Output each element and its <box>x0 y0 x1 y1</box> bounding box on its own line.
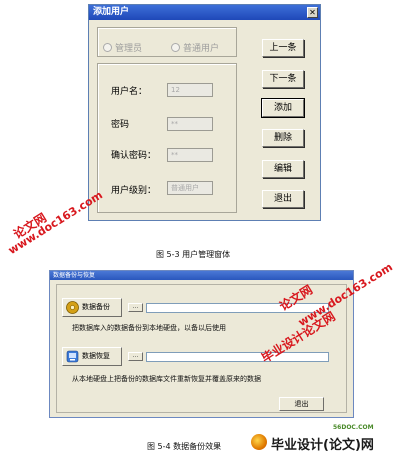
window-title: 数据备份与恢复 <box>53 272 96 279</box>
add-user-titlebar: 添加用户 ✕ <box>89 5 320 20</box>
next-button[interactable]: 下一条 <box>262 70 304 88</box>
restore-path-input[interactable] <box>146 352 329 362</box>
password-field[interactable]: ** <box>167 117 213 131</box>
backup-browse-button[interactable]: ... <box>128 303 143 312</box>
restore-button[interactable]: 数据恢复 <box>62 347 122 366</box>
backup-button[interactable]: 数据备份 <box>62 298 122 317</box>
prev-button[interactable]: 上一条 <box>262 39 304 57</box>
backup-button-label: 数据备份 <box>82 303 110 311</box>
figure-caption-2: 图 5-4 数据备份效果 <box>147 442 222 451</box>
exit-button[interactable]: 退出 <box>262 190 304 208</box>
logo-small-text: 56DOC.COM <box>333 424 374 431</box>
restore-button-label: 数据恢复 <box>82 352 110 360</box>
confirm-password-field[interactable]: ** <box>167 148 213 162</box>
username-label: 用户名： <box>111 87 148 97</box>
figure-caption-1: 图 5-3 用户管理窗体 <box>156 250 231 259</box>
radio-admin-label: 管理员 <box>115 44 143 54</box>
restore-description: 从本地硬盘上把备份的数据库文件重新恢复并覆盖原来的数据 <box>72 375 261 383</box>
backup-titlebar: 数据备份与恢复 <box>50 271 353 280</box>
username-field[interactable]: 12 <box>167 83 213 97</box>
window-title: 添加用户 <box>93 7 130 17</box>
radio-normal[interactable]: 普通用户 <box>171 41 219 54</box>
radio-admin[interactable]: 管理员 <box>103 41 142 54</box>
backup-description: 把数据库入的数据备份到本地硬盘，以备以后使用 <box>72 324 226 332</box>
backup-exit-button[interactable]: 退出 <box>279 397 324 411</box>
restore-icon <box>66 350 79 363</box>
add-user-window: 添加用户 ✕ 管理员 普通用户 用户名： 12 密码 ** 确认密码： ** 用… <box>88 4 321 221</box>
disc-icon <box>66 301 79 314</box>
password-label: 密码 <box>111 120 130 130</box>
backup-path-input[interactable] <box>146 303 329 313</box>
edit-button[interactable]: 编辑 <box>262 160 304 178</box>
delete-button[interactable]: 删除 <box>262 129 304 147</box>
radio-normal-dot <box>171 43 180 52</box>
add-button[interactable]: 添加 <box>261 98 305 118</box>
user-level-field[interactable]: 普通用户 <box>167 181 213 195</box>
logo-globe-icon <box>251 434 267 450</box>
confirm-password-label: 确认密码： <box>111 151 157 161</box>
radio-normal-label: 普通用户 <box>183 44 220 54</box>
restore-browse-button[interactable]: ... <box>128 352 143 361</box>
logo-big-text: 毕业设计(论文)网 <box>271 438 374 453</box>
radio-admin-dot <box>103 43 112 52</box>
close-icon[interactable]: ✕ <box>307 7 318 18</box>
user-level-label: 用户级别： <box>111 186 157 196</box>
